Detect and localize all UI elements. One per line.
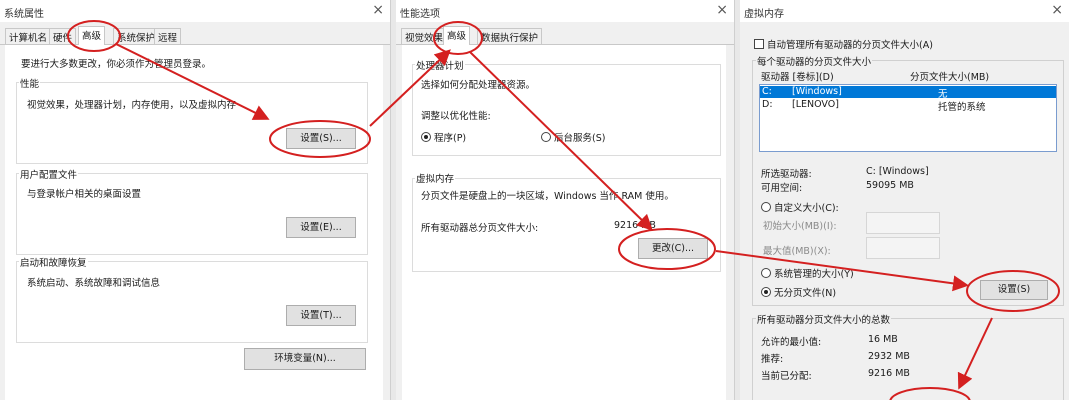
currently-allocated-value: 9216 MB [868, 368, 910, 379]
window-title: 虚拟内存 [744, 9, 784, 20]
tab-strip: 视觉效果 高级 数据执行保护 [396, 26, 734, 46]
close-icon[interactable]: × [1051, 2, 1063, 18]
environment-variables-button[interactable]: 环境变量(N)... [244, 348, 366, 370]
auto-manage-checkbox[interactable]: 自动管理所有驱动器的分页文件大小(A) [754, 37, 933, 51]
drive-size: 托管的系统 [938, 102, 986, 113]
col-size-header: 分页文件大小(MB) [910, 72, 990, 83]
recommended-value: 2932 MB [868, 351, 910, 362]
window-title: 系统属性 [4, 9, 44, 20]
radio-background-services-label: 后台服务(S) [554, 133, 606, 144]
window-title: 性能选项 [400, 9, 440, 20]
tab-advanced[interactable]: 高级 [78, 26, 106, 46]
change-button[interactable]: 更改(C)... [638, 238, 708, 259]
close-icon[interactable]: × [372, 2, 384, 18]
tab-advanced[interactable]: 高级 [443, 26, 471, 46]
radio-selected-icon [421, 132, 431, 142]
selected-drive-value: C: [Windows] [866, 166, 929, 177]
free-space-value: 59095 MB [866, 180, 914, 191]
advanced-panel: 要进行大多数更改，你必须作为管理员登录。 性能 视觉效果，处理器计划，内存使用，… [5, 45, 383, 400]
tab-remote[interactable]: 远程 [154, 28, 182, 44]
title-bar: 虚拟内存 × [740, 0, 1069, 22]
col-drive-header: 驱动器 [卷标](D) [761, 72, 834, 83]
startup-recovery-group [16, 261, 368, 343]
selected-drive-label: 所选驱动器: [761, 169, 812, 180]
user-profiles-desc: 与登录帐户相关的桌面设置 [27, 189, 142, 200]
drive-letter: D: [762, 99, 773, 110]
performance-desc: 视觉效果，处理器计划，内存使用，以及虚拟内存 [27, 100, 237, 111]
performance-title: 性能 [19, 76, 41, 90]
radio-system-managed-label: 系统管理的大小(Y) [774, 269, 854, 280]
auto-manage-label: 自动管理所有驱动器的分页文件大小(A) [767, 40, 933, 51]
free-space-label: 可用空间: [761, 183, 803, 194]
tab-data-execution-prevention[interactable]: 数据执行保护 [477, 28, 543, 44]
performance-group [16, 82, 368, 164]
min-allowed-value: 16 MB [868, 334, 898, 345]
min-allowed-label: 允许的最小值: [761, 337, 822, 348]
initial-size-input[interactable] [866, 212, 940, 234]
processor-scheduling-desc: 选择如何分配处理器资源。 [421, 80, 536, 91]
radio-unselected-icon [761, 202, 771, 212]
tab-visual-effects[interactable]: 视觉效果 [401, 28, 448, 44]
radio-background-services[interactable]: 后台服务(S) [541, 130, 605, 144]
close-icon[interactable]: × [716, 2, 728, 18]
radio-unselected-icon [761, 268, 771, 278]
title-bar: 系统属性 × [0, 0, 390, 22]
checkbox-unchecked-icon [754, 39, 764, 49]
radio-unselected-icon [541, 132, 551, 142]
startup-recovery-desc: 系统启动、系统故障和调试信息 [27, 278, 161, 289]
virtual-memory-desc: 分页文件是硬盘上的一块区域，Windows 当作 RAM 使用。 [421, 191, 674, 202]
tab-computer-name[interactable]: 计算机名 [5, 28, 52, 44]
recommended-label: 推荐: [761, 354, 784, 365]
radio-programs-label: 程序(P) [434, 133, 467, 144]
drive-list[interactable]: C: [Windows] 无 D: [LENOVO] 托管的系统 [759, 84, 1057, 152]
drive-letter: C: [762, 86, 772, 97]
max-size-label: 最大值(MB)(X): [763, 246, 831, 257]
radio-programs[interactable]: 程序(P) [421, 130, 466, 144]
admin-note: 要进行大多数更改，你必须作为管理员登录。 [21, 59, 212, 70]
optimize-label: 调整以优化性能: [421, 111, 491, 122]
per-drive-title: 每个驱动器的分页文件大小 [756, 54, 873, 68]
radio-no-paging-file[interactable]: 无分页文件(N) [761, 285, 836, 299]
currently-allocated-label: 当前已分配: [761, 371, 812, 382]
total-paging-value: 9216 MB [614, 220, 656, 231]
user-profiles-title: 用户配置文件 [19, 167, 79, 181]
radio-custom-size[interactable]: 自定义大小(C): [761, 200, 839, 214]
startup-recovery-settings-button[interactable]: 设置(T)... [286, 305, 356, 326]
drive-label: [LENOVO] [792, 99, 839, 110]
radio-system-managed[interactable]: 系统管理的大小(Y) [761, 266, 854, 280]
tab-system-protection[interactable]: 系统保护 [113, 28, 160, 44]
virtual-memory-dialog: 虚拟内存 × 自动管理所有驱动器的分页文件大小(A) 每个驱动器的分页文件大小 … [740, 0, 1069, 400]
drive-row-d[interactable]: D: [LENOVO] 托管的系统 [760, 99, 1056, 113]
performance-settings-button[interactable]: 设置(S)... [286, 128, 356, 149]
max-size-input[interactable] [866, 237, 940, 259]
radio-custom-size-label: 自定义大小(C): [774, 203, 839, 214]
radio-no-paging-file-label: 无分页文件(N) [774, 288, 837, 299]
initial-size-label: 初始大小(MB)(I): [763, 221, 837, 232]
system-properties-dialog: 系统属性 × 计算机名 硬件 高级 系统保护 远程 要进行大多数更改，你必须作为… [0, 0, 391, 400]
radio-selected-icon [761, 287, 771, 297]
title-bar: 性能选项 × [396, 0, 734, 22]
tab-hardware[interactable]: 硬件 [49, 28, 77, 44]
drive-label: [Windows] [792, 86, 842, 97]
performance-options-dialog: 性能选项 × 视觉效果 高级 数据执行保护 处理器计划 选择如何分配处理器资源。… [396, 0, 735, 400]
user-profiles-settings-button[interactable]: 设置(E)... [286, 217, 356, 238]
set-button[interactable]: 设置(S) [980, 280, 1048, 300]
drive-size: 无 [938, 89, 948, 100]
advanced-panel: 处理器计划 选择如何分配处理器资源。 调整以优化性能: 程序(P) 后台服务(S… [402, 45, 726, 400]
virtual-memory-title: 虚拟内存 [415, 171, 456, 185]
total-paging-label: 所有驱动器总分页文件大小: [421, 223, 539, 234]
tab-strip: 计算机名 硬件 高级 系统保护 远程 [0, 26, 390, 46]
startup-recovery-title: 启动和故障恢复 [19, 255, 88, 269]
totals-title: 所有驱动器分页文件大小的总数 [756, 312, 892, 326]
drive-row-c[interactable]: C: [Windows] 无 [760, 86, 1056, 100]
processor-scheduling-title: 处理器计划 [415, 58, 465, 72]
